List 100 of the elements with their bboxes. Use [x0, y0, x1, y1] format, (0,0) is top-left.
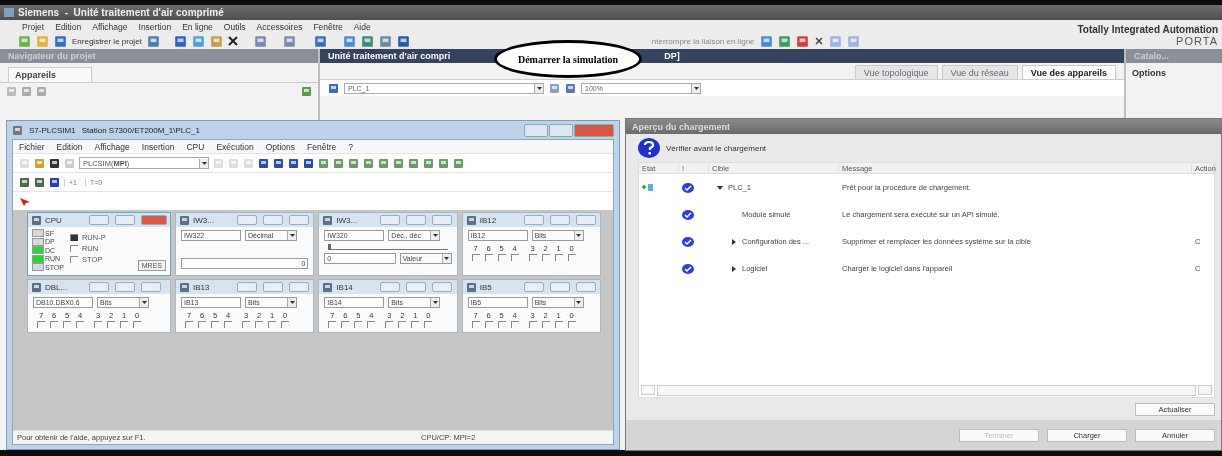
close-button[interactable] — [432, 215, 453, 225]
dropdown-arrow[interactable] — [287, 298, 296, 307]
menu-item[interactable]: Aide — [353, 21, 371, 32]
bit-checkbox[interactable] — [268, 321, 276, 328]
delete-icon[interactable] — [227, 36, 238, 46]
close-icon[interactable] — [813, 36, 824, 46]
minimize-button[interactable] — [237, 282, 257, 292]
dropdown-arrow[interactable] — [139, 298, 148, 307]
close-button[interactable] — [574, 123, 614, 137]
bit-checkbox[interactable] — [133, 321, 141, 328]
view-tab[interactable]: Vue du réseau — [941, 65, 1018, 79]
bit-checkbox[interactable] — [50, 321, 58, 328]
bit-checkbox[interactable] — [471, 321, 480, 328]
menu-item[interactable]: CPU — [186, 141, 205, 152]
minimize-button[interactable] — [380, 215, 401, 225]
navigator-tab[interactable]: Appareils — [8, 67, 92, 82]
dropdown-arrow[interactable] — [691, 83, 700, 93]
menu-item[interactable]: ? — [348, 141, 354, 152]
bit-checkbox[interactable] — [107, 321, 115, 328]
bit-checkbox[interactable] — [567, 321, 576, 328]
menu-item[interactable]: Edition — [56, 141, 83, 152]
bit-checkbox[interactable] — [424, 321, 433, 328]
bit-checkbox[interactable] — [120, 321, 128, 328]
maximize-button[interactable] — [549, 215, 570, 225]
expand-arrow[interactable] — [731, 265, 737, 272]
bit-checkbox[interactable] — [76, 321, 84, 328]
bit-checkbox[interactable] — [63, 321, 71, 328]
bit-checkbox[interactable] — [354, 321, 363, 328]
mode-checkbox[interactable] — [69, 256, 78, 263]
menu-item[interactable]: Insertion — [138, 21, 172, 32]
maximize-button[interactable] — [406, 215, 427, 225]
bit-checkbox[interactable] — [185, 321, 193, 328]
bit-checkbox[interactable] — [497, 254, 506, 261]
scrollbar-track[interactable] — [657, 384, 1196, 396]
maximize-button[interactable] — [263, 215, 283, 225]
pointer-icon[interactable] — [19, 196, 31, 206]
minimize-button[interactable] — [89, 282, 109, 292]
bit-checkbox[interactable] — [328, 321, 337, 328]
bit-checkbox[interactable] — [37, 321, 45, 328]
bit-checkbox[interactable] — [510, 254, 519, 261]
dropdown-arrow[interactable] — [534, 83, 543, 93]
bit-checkbox[interactable] — [497, 321, 506, 328]
menu-item[interactable]: Insertion — [141, 141, 175, 152]
bit-checkbox[interactable] — [471, 254, 480, 261]
close-button[interactable] — [141, 282, 161, 292]
bit-checkbox[interactable] — [94, 321, 102, 328]
maximize-button[interactable] — [406, 282, 427, 292]
bit-checkbox[interactable] — [224, 321, 232, 328]
menu-item[interactable]: Outils — [223, 21, 246, 32]
bit-checkbox[interactable] — [554, 254, 563, 261]
bit-checkbox[interactable] — [281, 321, 289, 328]
minimize-button[interactable] — [524, 123, 548, 137]
bit-checkbox[interactable] — [411, 321, 420, 328]
mode-checkbox[interactable] — [69, 234, 78, 241]
bit-checkbox[interactable] — [398, 321, 407, 328]
close-button[interactable] — [575, 282, 596, 292]
close-button[interactable] — [575, 215, 596, 225]
menu-item[interactable]: Fenêtre — [313, 21, 343, 32]
menu-item[interactable]: Fenêtre — [307, 141, 337, 152]
menu-item[interactable]: En ligne — [182, 21, 213, 32]
bit-checkbox[interactable] — [484, 254, 493, 261]
bit-checkbox[interactable] — [211, 321, 219, 328]
bit-checkbox[interactable] — [528, 254, 537, 261]
menu-item[interactable]: Accessoires — [256, 21, 303, 32]
bit-checkbox[interactable] — [242, 321, 250, 328]
minimize-button[interactable] — [523, 282, 544, 292]
menu-item[interactable]: Fichier — [19, 141, 45, 152]
bit-checkbox[interactable] — [567, 254, 576, 261]
slider-thumb[interactable] — [328, 244, 332, 250]
maximize-button[interactable] — [115, 282, 135, 292]
expand-arrow[interactable] — [731, 238, 737, 245]
dropdown-arrow[interactable] — [573, 231, 583, 240]
bit-checkbox[interactable] — [484, 321, 493, 328]
close-button[interactable] — [289, 282, 309, 292]
dropdown-arrow[interactable] — [430, 298, 440, 307]
bit-checkbox[interactable] — [554, 321, 563, 328]
view-tab[interactable]: Vue topologique — [854, 65, 938, 79]
close-button[interactable] — [141, 215, 167, 225]
dropdown-arrow[interactable] — [441, 254, 451, 263]
minimize-button[interactable] — [237, 215, 257, 225]
view-tab[interactable]: Vue des appareils — [1021, 65, 1116, 79]
maximize-button[interactable] — [549, 123, 573, 137]
bit-checkbox[interactable] — [541, 254, 550, 261]
bit-checkbox[interactable] — [541, 321, 550, 328]
menu-item[interactable]: Edition — [55, 21, 82, 32]
dropdown-arrow[interactable] — [430, 231, 440, 240]
dropdown-arrow[interactable] — [573, 298, 583, 307]
bit-checkbox[interactable] — [385, 321, 394, 328]
bit-checkbox[interactable] — [510, 321, 519, 328]
menu-item[interactable]: Options — [265, 141, 295, 152]
menu-item[interactable]: Affichage — [94, 141, 130, 152]
bit-checkbox[interactable] — [367, 321, 376, 328]
dropdown-arrow[interactable] — [287, 231, 296, 240]
mode-checkbox[interactable] — [69, 245, 78, 252]
maximize-button[interactable] — [263, 282, 283, 292]
close-button[interactable] — [432, 282, 453, 292]
menu-item[interactable]: Projet — [22, 21, 45, 32]
dropdown-arrow[interactable] — [199, 158, 208, 168]
bit-checkbox[interactable] — [198, 321, 206, 328]
menu-item[interactable]: Exécution — [216, 141, 254, 152]
